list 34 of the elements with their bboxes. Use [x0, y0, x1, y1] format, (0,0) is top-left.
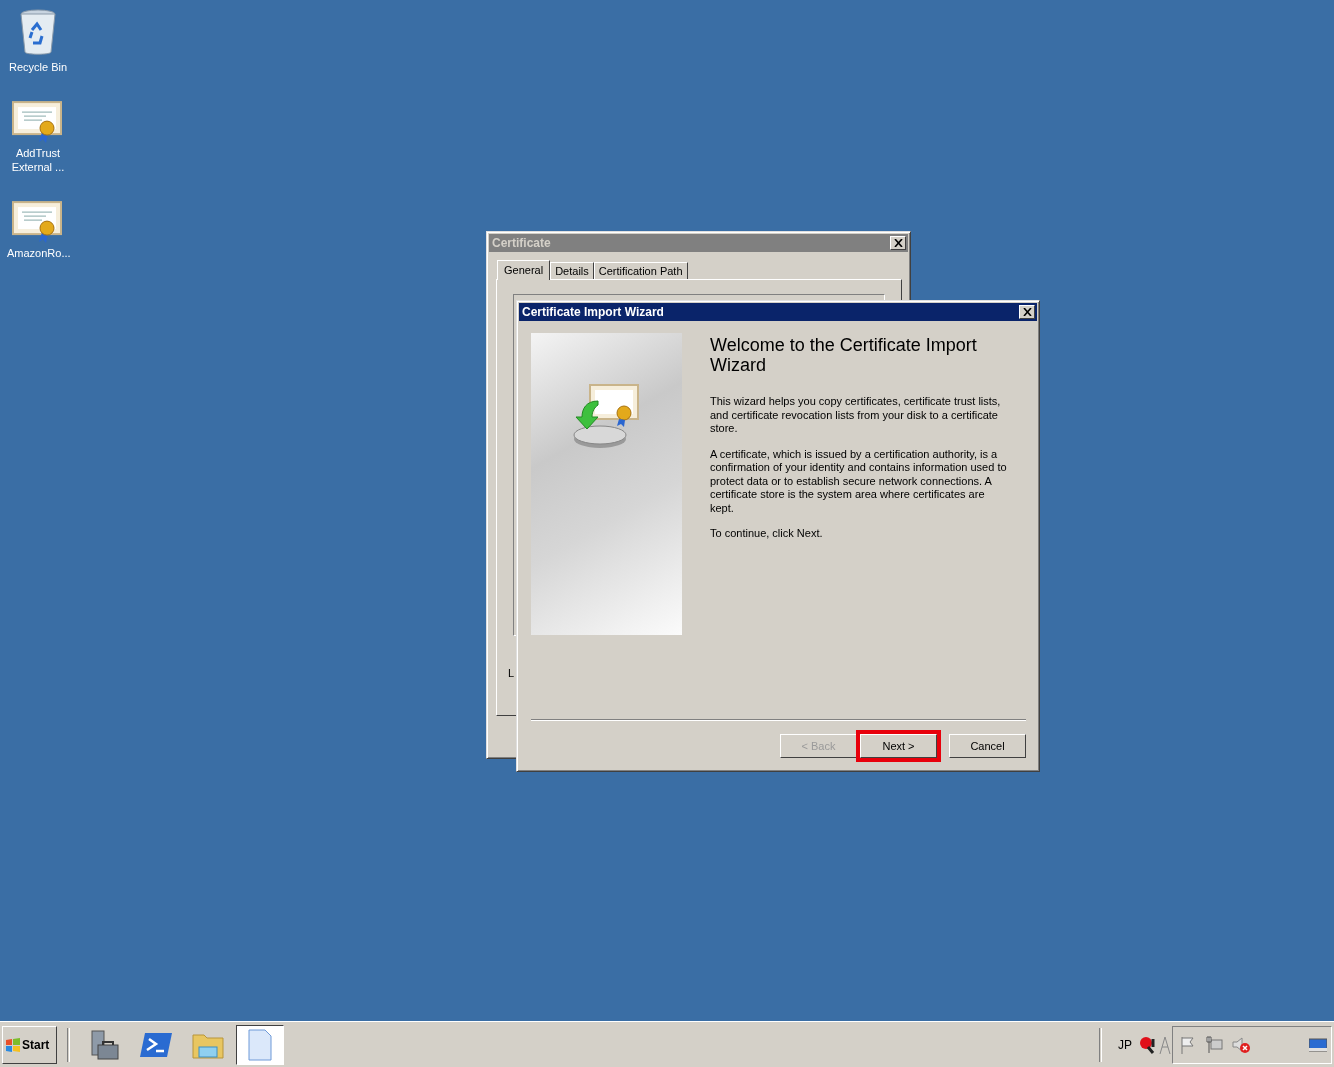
wizard-paragraph: This wizard helps you copy certificates, certificate trust lists, and certificate revocation lists from your disk to a certificate store. — [710, 395, 1002, 436]
windows-flag-icon — [5, 1036, 21, 1053]
certificate-drive-icon — [571, 383, 642, 451]
close-icon — [1022, 308, 1032, 316]
network-icon[interactable] — [1205, 1035, 1223, 1054]
close-button[interactable] — [1019, 305, 1035, 319]
tab[interactable]: General — [497, 260, 551, 280]
certificate-icon — [12, 100, 64, 145]
wizard-heading: Welcome to the Certificate Import Wizard — [710, 335, 978, 375]
desktop-icon-label[interactable]: Recycle Bin — [7, 60, 69, 74]
wizard-button[interactable]: Cancel — [949, 734, 1026, 758]
field-label: L — [508, 667, 516, 681]
language-indicator[interactable]: JP — [1112, 1037, 1138, 1052]
desktop-icon-label[interactable]: AddTrust External ... — [7, 146, 69, 175]
tab[interactable]: Details — [550, 262, 594, 279]
show-desktop-icon[interactable] — [1309, 1037, 1327, 1052]
window-title: Certificate — [492, 236, 551, 250]
pin-icon[interactable] — [1138, 1034, 1158, 1055]
document-icon — [247, 1028, 273, 1061]
wizard-paragraph: To continue, click Next. — [710, 527, 824, 541]
speaker-muted-icon[interactable] — [1231, 1035, 1251, 1054]
window-title: Certificate Import Wizard — [522, 305, 664, 319]
taskbar-button[interactable] — [236, 1024, 284, 1065]
desktop-icon-label[interactable]: AmazonRo... — [7, 246, 69, 261]
flag-icon[interactable] — [1179, 1035, 1197, 1054]
tab[interactable]: Certification Path — [593, 262, 688, 279]
wizard-paragraph: A certificate, which is issued by a certification authority, is a confirmation of your identity and contains information used to protect data or to establish secure network connections. A certificate store is the system area where certificates are kept. — [710, 447, 1008, 515]
server-toolbox-icon — [88, 1028, 120, 1061]
terminal-icon — [139, 1031, 173, 1058]
certificate-icon — [12, 200, 64, 245]
recycle-bin-icon — [18, 8, 58, 58]
close-button[interactable] — [890, 236, 906, 250]
start-button[interactable]: Start — [2, 1025, 57, 1064]
close-icon — [893, 239, 903, 247]
